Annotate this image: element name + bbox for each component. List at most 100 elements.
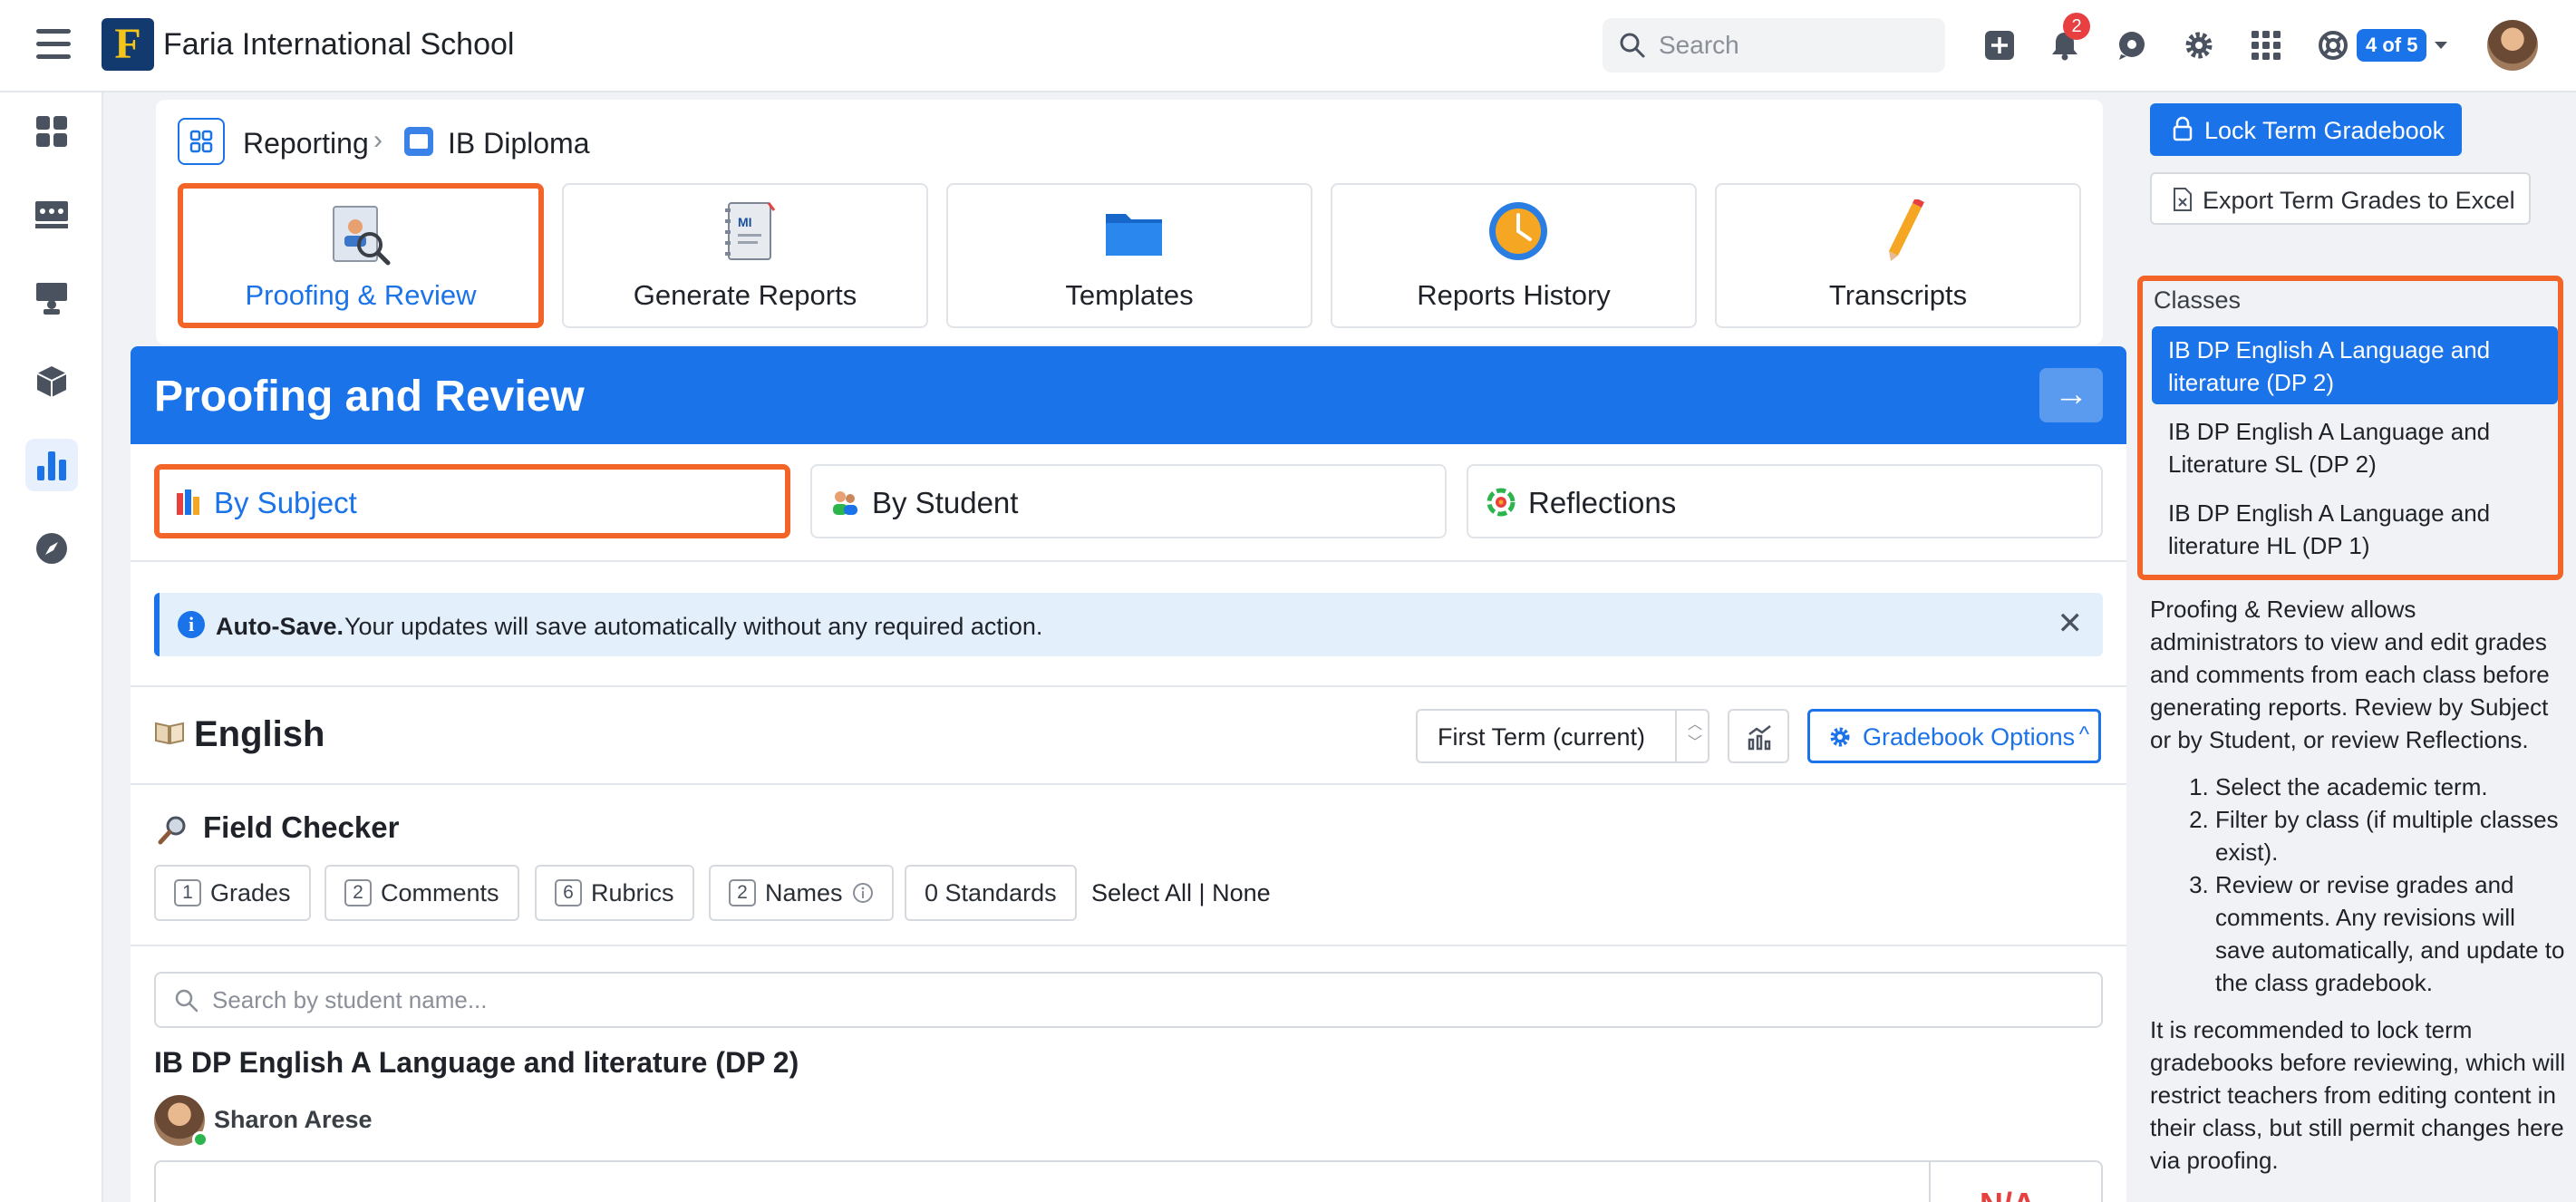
breadcrumb-separator: › xyxy=(373,125,383,155)
messages-icon[interactable] xyxy=(2116,29,2148,62)
lock-icon xyxy=(2173,116,2193,141)
left-nav-rail xyxy=(0,92,103,1202)
help-step: Review or revise grades and comments. An… xyxy=(2215,868,2567,999)
tile-label: Generate Reports xyxy=(633,279,857,311)
tile-label: Proofing & Review xyxy=(245,279,477,311)
breadcrumb-reporting[interactable]: Reporting xyxy=(243,127,369,160)
divider xyxy=(131,560,2126,562)
page-title: Proofing and Review xyxy=(154,373,585,421)
chip-label: Rubrics xyxy=(591,878,674,906)
account-count-pill[interactable]: 4 of 5 xyxy=(2357,29,2427,62)
term-select[interactable]: First Term (current) ︿ ﹀ xyxy=(1416,709,1709,763)
tile-generate-reports[interactable]: MI Generate Reports xyxy=(562,183,928,328)
chip-label: Comments xyxy=(381,878,499,906)
online-status-dot xyxy=(192,1131,208,1148)
chip-label: Grades xyxy=(210,878,291,906)
help-step: Select the academic term. xyxy=(2215,771,2567,803)
gradebook-options-button[interactable]: Gradebook Options ^ xyxy=(1807,709,2101,763)
rail-explore[interactable] xyxy=(25,522,78,575)
info-icon: i xyxy=(178,611,205,638)
reporting-grid-icon[interactable] xyxy=(178,118,225,165)
search-icon xyxy=(175,989,199,1013)
clock-icon xyxy=(1489,202,1547,260)
tab-by-subject[interactable]: By Subject xyxy=(154,464,790,538)
dashboard-icon xyxy=(36,116,67,147)
export-label: Export Term Grades to Excel xyxy=(2203,187,2515,214)
bar-chart-icon xyxy=(37,451,66,480)
column-divider xyxy=(1929,1162,1931,1202)
app-title: Faria International School xyxy=(163,27,515,62)
student-grade-table xyxy=(154,1160,2103,1202)
analytics-button[interactable] xyxy=(1728,709,1789,763)
rail-dashboard[interactable] xyxy=(25,105,78,158)
chip-count: 6 xyxy=(555,879,582,906)
class-item[interactable]: IB DP English A Language and Literature … xyxy=(2152,408,2558,486)
export-grades-button[interactable]: Export Term Grades to Excel xyxy=(2150,172,2531,225)
rail-reporting[interactable] xyxy=(25,439,78,491)
classes-label: Classes xyxy=(2154,286,2242,314)
divider xyxy=(131,685,2126,687)
right-panel: Lock Term Gradebook Export Term Grades t… xyxy=(2126,92,2576,1202)
tab-by-student[interactable]: By Student xyxy=(810,464,1447,538)
rail-teaching[interactable] xyxy=(25,272,78,325)
field-checker-title: Field Checker xyxy=(203,810,400,844)
tab-reflections[interactable]: Reflections xyxy=(1467,464,2103,538)
user-avatar[interactable] xyxy=(2487,20,2538,71)
arrow-right-icon[interactable]: → xyxy=(2039,368,2103,422)
presentation-icon xyxy=(36,283,67,315)
add-icon[interactable] xyxy=(1983,29,2016,62)
class-item[interactable]: IB DP English A Language and literature … xyxy=(2152,490,2558,567)
student-search-input[interactable] xyxy=(212,986,1844,1014)
chip-label: 0 Standards xyxy=(925,878,1057,906)
chevron-down-icon[interactable] xyxy=(2433,40,2449,51)
pencil-icon xyxy=(1889,199,1924,261)
analytics-chart-icon xyxy=(1748,725,1771,751)
help-text: Proofing & Review allows administrators … xyxy=(2150,593,2567,1177)
hamburger-menu-icon[interactable] xyxy=(36,29,71,62)
rail-classes[interactable] xyxy=(25,189,78,241)
tile-proofing-review[interactable]: Proofing & Review xyxy=(178,183,544,328)
select-separator xyxy=(1675,711,1677,761)
notifications-badge: 2 xyxy=(2063,13,2090,40)
select-all-none-links[interactable]: Select All | None xyxy=(1091,879,1271,907)
global-search[interactable] xyxy=(1603,18,1945,73)
chip-names[interactable]: 2 Names xyxy=(709,865,894,921)
chip-comments[interactable]: 2 Comments xyxy=(324,865,519,921)
page-header: Proofing and Review → xyxy=(131,346,2126,444)
info-outline-icon[interactable] xyxy=(852,882,874,904)
chip-grades[interactable]: 1 Grades xyxy=(154,865,311,921)
box-icon xyxy=(36,366,67,397)
support-lifebuoy-icon[interactable] xyxy=(2317,29,2349,62)
autosave-message: Your updates will save automatically wit… xyxy=(344,613,1043,640)
apps-grid-icon[interactable] xyxy=(2250,29,2282,62)
chip-rubrics[interactable]: 6 Rubrics xyxy=(535,865,694,921)
help-outro: It is recommended to lock term gradebook… xyxy=(2150,1016,2566,1174)
tile-reports-history[interactable]: Reports History xyxy=(1331,183,1697,328)
close-icon[interactable]: ✕ xyxy=(2058,606,2084,642)
folder-icon xyxy=(1106,214,1162,256)
tile-transcripts[interactable]: Transcripts xyxy=(1715,183,2081,328)
autosave-title: Auto-Save. xyxy=(216,613,344,640)
chip-standards[interactable]: 0 Standards xyxy=(905,865,1077,921)
class-item[interactable]: IB DP English A Language and literature … xyxy=(2152,326,2558,404)
ib-diploma-icon xyxy=(404,127,433,156)
settings-gear-icon[interactable] xyxy=(2183,29,2215,62)
class-heading: IB DP English A Language and literature … xyxy=(154,1046,799,1079)
gear-icon xyxy=(1830,727,1850,747)
tab-label: Reflections xyxy=(1528,486,1677,519)
help-step: Filter by class (if multiple classes exi… xyxy=(2215,803,2567,868)
gradebook-options-label: Gradebook Options xyxy=(1863,723,2076,751)
stepper-arrows-icon[interactable]: ︿ ﹀ xyxy=(1688,716,1702,752)
student-search[interactable] xyxy=(154,972,2103,1028)
divider xyxy=(131,945,2126,946)
tile-label: Reports History xyxy=(1417,279,1611,311)
help-steps: Select the academic term. Filter by clas… xyxy=(2150,771,2567,999)
global-search-input[interactable] xyxy=(1659,31,1931,60)
lock-term-gradebook-button[interactable]: Lock Term Gradebook xyxy=(2150,103,2462,156)
rail-resources[interactable] xyxy=(25,355,78,408)
chevron-up-icon: ^ xyxy=(2078,722,2089,747)
grade-value[interactable]: N/A xyxy=(1980,1186,2036,1202)
classes-filter: Classes IB DP English A Language and lit… xyxy=(2137,276,2563,580)
tile-templates[interactable]: Templates xyxy=(946,183,1312,328)
file-export-icon xyxy=(2174,188,2192,211)
